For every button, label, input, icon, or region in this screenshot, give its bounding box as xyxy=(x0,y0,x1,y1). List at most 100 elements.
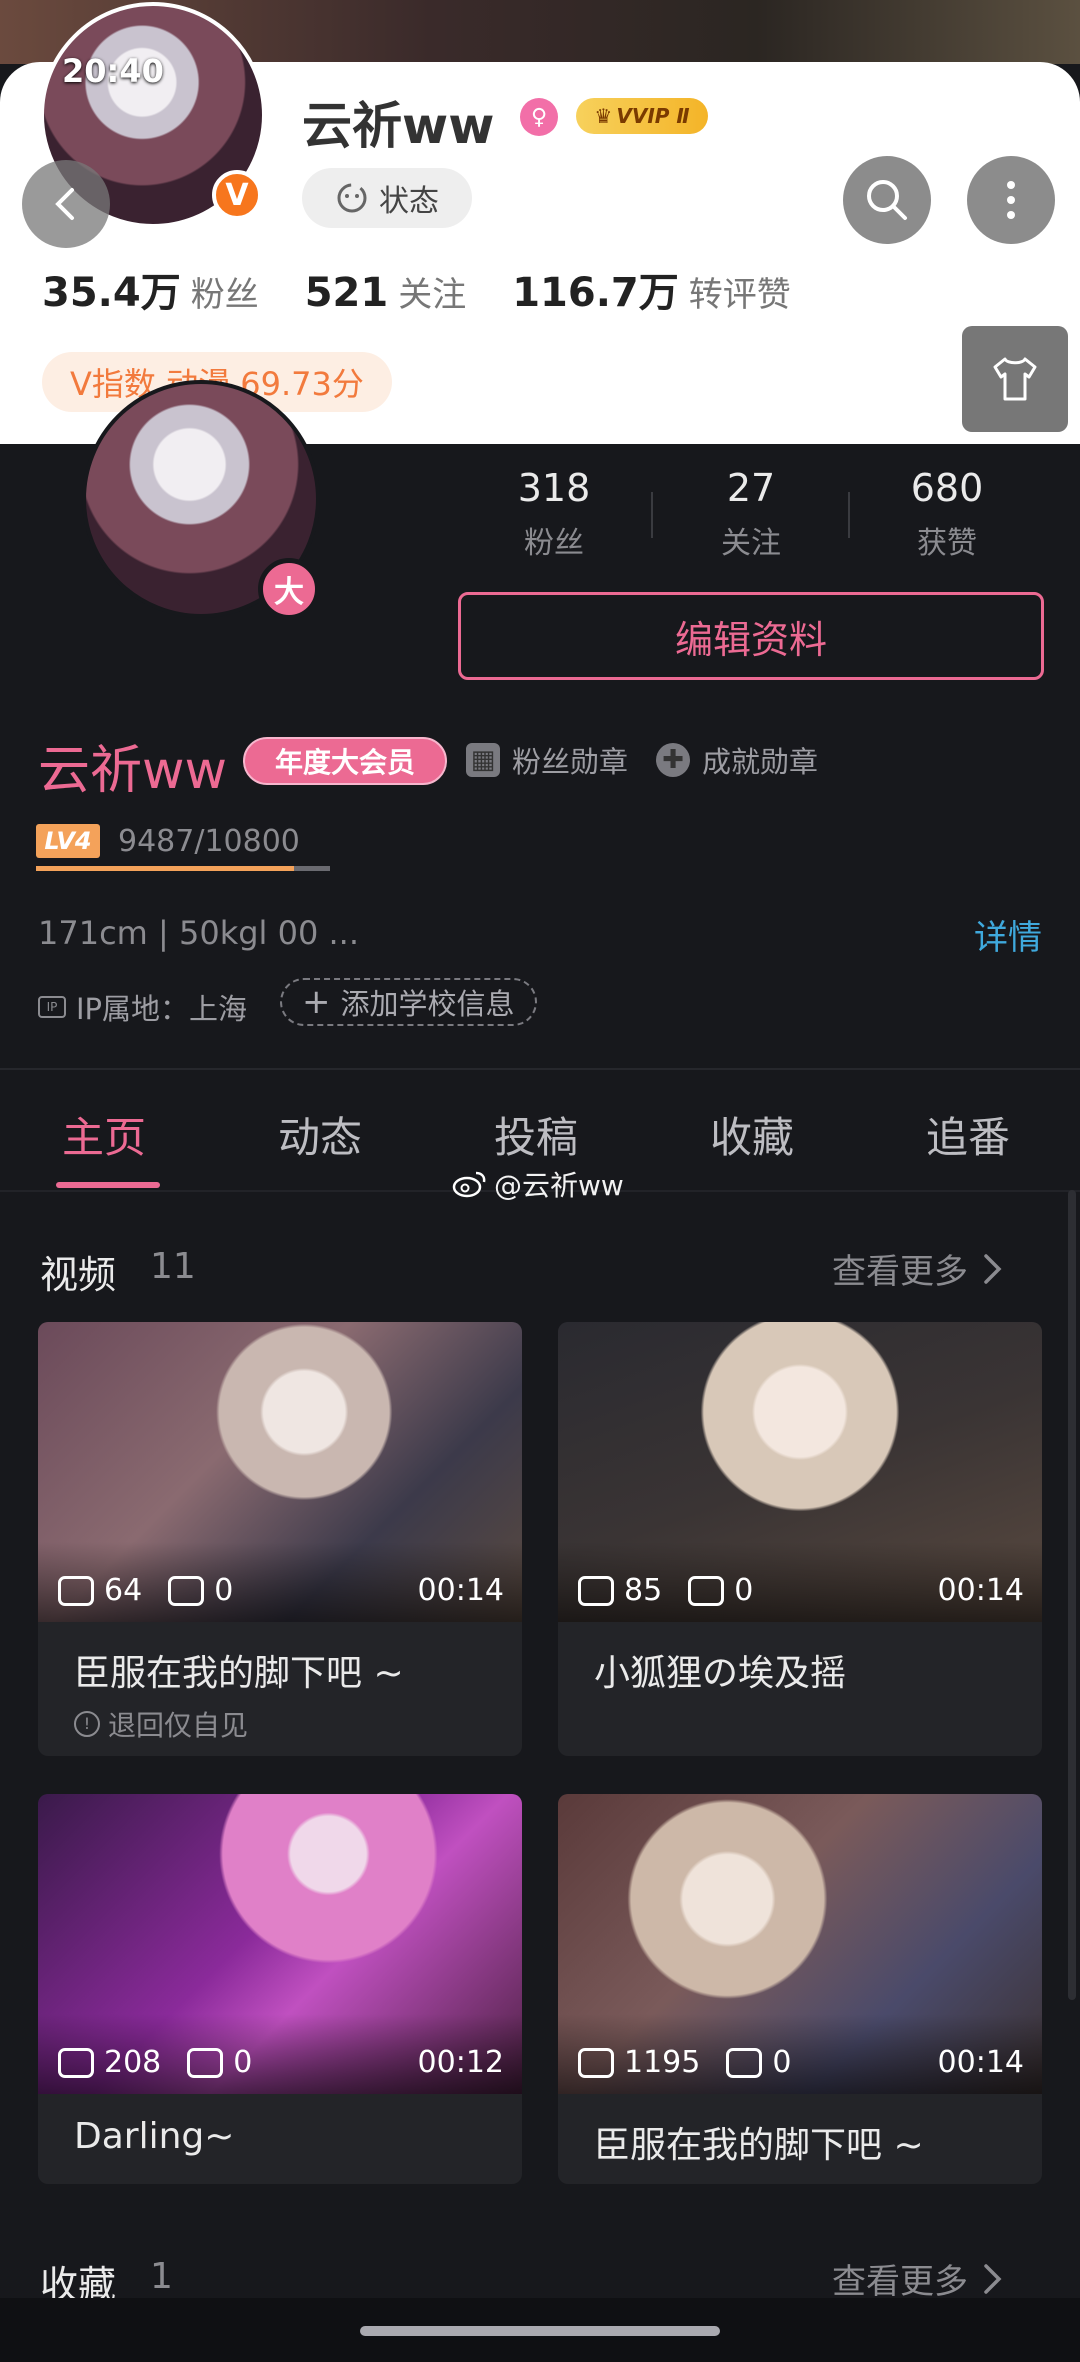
videos-count: 11 xyxy=(150,1246,196,1287)
videos-section-title: 视频 xyxy=(40,1253,117,1297)
play-count: 64 xyxy=(104,1573,143,1608)
back-button[interactable] xyxy=(22,160,110,248)
level-exp: 9487/10800 xyxy=(118,824,300,859)
chevron-right-icon xyxy=(984,1253,1002,1284)
weibo-stat-interactions[interactable]: 116.7万 转评赞 xyxy=(512,260,791,318)
play-count: 208 xyxy=(104,2045,162,2080)
video-duration: 00:14 xyxy=(937,2045,1024,2080)
stat-divider xyxy=(651,492,653,538)
play-count-icon xyxy=(58,2047,94,2078)
ip-location: IP IP属地：上海 xyxy=(38,986,247,1028)
fan-medal-button[interactable]: ▦ 粉丝勋章 xyxy=(466,740,628,780)
annual-member-badge[interactable]: 年度大会员 xyxy=(243,737,447,785)
level-progress-fill xyxy=(36,866,295,871)
status-label: 状态 xyxy=(379,184,439,219)
video-card[interactable]: 1195 0 00:14 臣服在我的脚下吧 ~ xyxy=(558,1794,1042,2184)
status-time: 20:40 xyxy=(62,52,164,90)
medal-icon: ✚ xyxy=(656,743,690,777)
edit-profile-button[interactable]: 编辑资料 xyxy=(458,592,1044,680)
profile-username: 云祈ww xyxy=(38,741,228,801)
stat-divider xyxy=(848,492,850,538)
tab-uploads[interactable]: 投稿 xyxy=(494,1104,578,1165)
add-school-label: 添加学校信息 xyxy=(340,987,515,1021)
comment-count-icon xyxy=(187,2047,224,2078)
video-duration: 00:12 xyxy=(417,2045,504,2080)
video-title: 臣服在我的脚下吧 ~ xyxy=(594,2125,924,2166)
watermark-text: @云祈ww xyxy=(494,1169,624,1202)
comment-count: 0 xyxy=(734,1573,754,1608)
favorites-count: 1 xyxy=(150,2256,173,2297)
add-school-button[interactable]: + 添加学校信息 xyxy=(280,978,537,1026)
video-duration: 00:14 xyxy=(937,1573,1024,1608)
weibo-username: 云祈ww xyxy=(302,97,495,155)
comment-count: 0 xyxy=(772,2045,792,2080)
status-button[interactable]: 状态 xyxy=(302,168,472,228)
video-card[interactable]: 208 0 00:12 Darling~ xyxy=(38,1794,522,2184)
medal-icon: ▦ xyxy=(466,743,500,777)
play-count-icon xyxy=(58,1575,94,1606)
video-status: ! 退回仅自见 xyxy=(38,1696,522,1752)
see-more-label: 查看更多 xyxy=(832,1252,968,1292)
outfit-button[interactable] xyxy=(962,326,1068,432)
status-icon xyxy=(337,183,367,213)
tab-home[interactable]: 主页 xyxy=(62,1104,146,1165)
level-badge: LV4 xyxy=(36,824,100,858)
favorites-see-more-link[interactable]: 查看更多 xyxy=(832,2254,1004,2303)
comment-count: 0 xyxy=(233,2045,253,2080)
details-link[interactable]: 详情 xyxy=(974,910,1042,959)
search-icon xyxy=(867,180,907,220)
ip-icon: IP xyxy=(38,996,66,1018)
watermark: @云祈ww xyxy=(452,1164,624,1204)
comment-count-icon xyxy=(688,1575,725,1606)
shirt-icon xyxy=(993,357,1037,401)
video-thumbnail: 85 0 00:14 xyxy=(558,1322,1042,1622)
big-member-badge: 大 xyxy=(258,558,320,620)
divider xyxy=(0,1068,1080,1070)
play-count: 1195 xyxy=(624,2045,701,2080)
search-button[interactable] xyxy=(843,156,931,244)
tab-favorites[interactable]: 收藏 xyxy=(710,1104,794,1165)
profile-bio: 171cm | 50kgl 00 ... xyxy=(38,914,359,952)
play-count-icon xyxy=(578,1575,614,1606)
video-thumbnail: 64 0 00:14 xyxy=(38,1322,522,1622)
see-more-label: 查看更多 xyxy=(832,2262,968,2302)
more-button[interactable] xyxy=(967,156,1055,244)
video-title: 小狐狸の埃及摇 xyxy=(594,1653,847,1694)
video-title: 臣服在我的脚下吧 ~ xyxy=(74,1653,404,1694)
video-card[interactable]: 64 0 00:14 臣服在我的脚下吧 ~ ! 退回仅自见 xyxy=(38,1322,522,1756)
comment-count: 0 xyxy=(214,1573,234,1608)
tab-bangumi[interactable]: 追番 xyxy=(926,1104,1010,1165)
chevron-left-icon xyxy=(55,188,74,220)
video-thumbnail: 208 0 00:12 xyxy=(38,1794,522,2094)
video-duration: 00:14 xyxy=(417,1573,504,1608)
vip-badge[interactable]: ♛ VVIP Ⅱ xyxy=(576,98,708,134)
stat-fans[interactable]: 318 粉丝 xyxy=(484,466,624,562)
videos-see-more-link[interactable]: 查看更多 xyxy=(832,1244,1004,1293)
video-thumbnail: 1195 0 00:14 xyxy=(558,1794,1042,2094)
video-card[interactable]: 85 0 00:14 小狐狸の埃及摇 xyxy=(558,1322,1042,1756)
vip-label: VVIP Ⅱ xyxy=(616,104,690,128)
play-count-icon xyxy=(578,2047,614,2078)
weibo-logo-icon xyxy=(452,1171,486,1198)
chevron-right-icon xyxy=(984,2263,1002,2294)
weibo-stat-following[interactable]: 521 关注 xyxy=(305,267,467,316)
stat-likes[interactable]: 680 获赞 xyxy=(877,466,1017,562)
stat-following[interactable]: 27 关注 xyxy=(681,466,821,562)
tab-dynamic[interactable]: 动态 xyxy=(278,1104,362,1165)
comment-count-icon xyxy=(168,1575,205,1606)
female-icon: ♀ xyxy=(520,98,558,136)
active-tab-indicator xyxy=(56,1182,160,1188)
play-count: 85 xyxy=(624,1573,663,1608)
ip-location-text: IP属地：上海 xyxy=(76,992,248,1026)
weibo-stat-fans[interactable]: 35.4万 粉丝 xyxy=(42,260,259,318)
verified-badge: V xyxy=(212,170,262,220)
comment-count-icon xyxy=(726,2047,763,2078)
home-indicator[interactable] xyxy=(360,2326,720,2336)
video-title: Darling~ xyxy=(74,2116,235,2157)
scrollbar[interactable] xyxy=(1068,1190,1076,2000)
weibo-stats: 35.4万 粉丝 521 关注 116.7万 转评赞 xyxy=(42,260,791,318)
crown-icon: ♛ xyxy=(594,104,613,128)
info-icon: ! xyxy=(74,1711,100,1737)
achievement-medal-button[interactable]: ✚ 成就勋章 xyxy=(656,740,818,780)
more-vertical-icon xyxy=(1007,181,1015,219)
